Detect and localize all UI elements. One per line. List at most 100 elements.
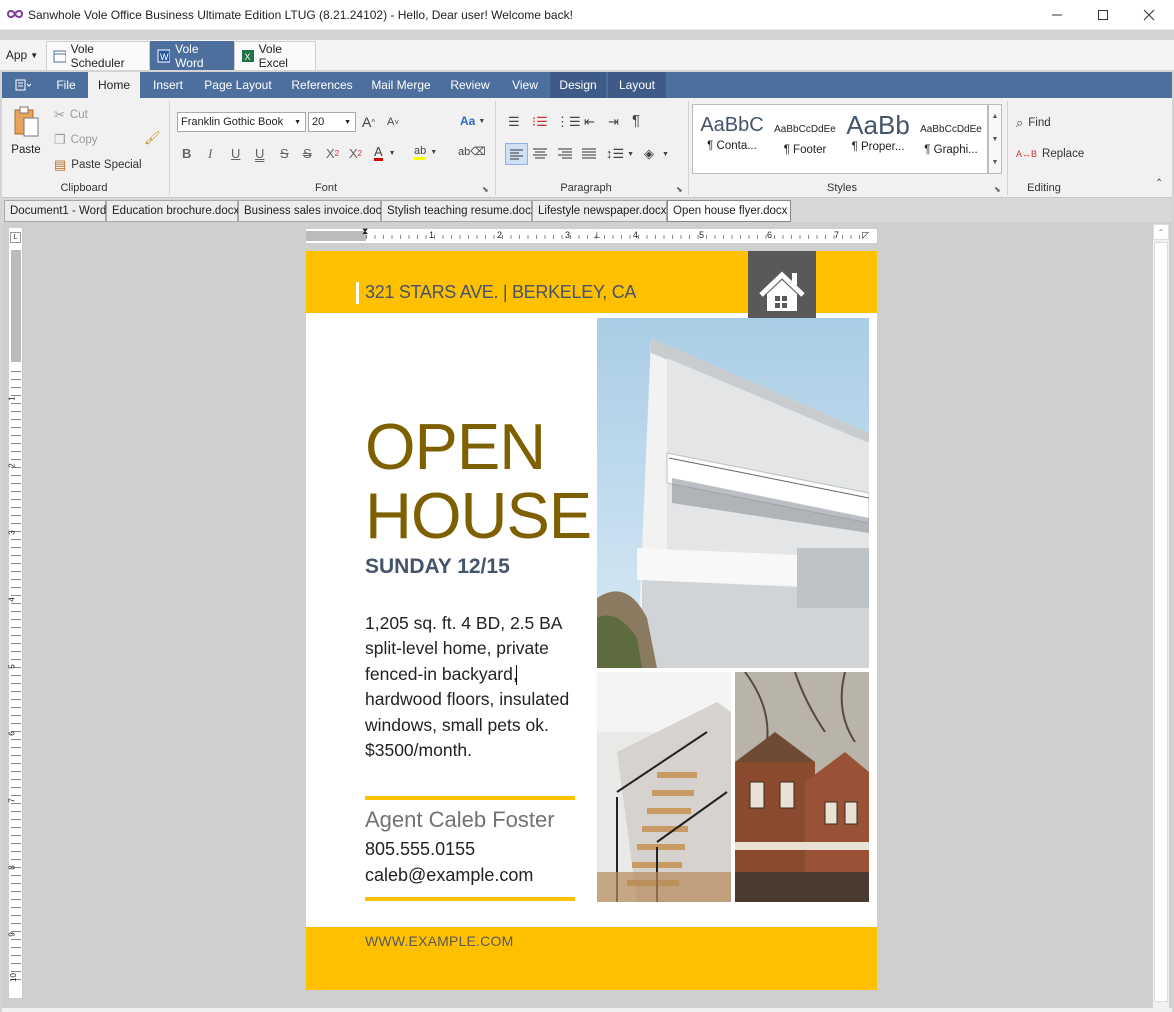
double-underline-button[interactable]: U [255, 146, 264, 161]
app-tab-scheduler[interactable]: Vole Scheduler [46, 41, 150, 70]
tab-review[interactable]: Review [442, 72, 498, 98]
scroll-up-icon[interactable]: ⌃ [1153, 224, 1169, 240]
more-icon[interactable]: ▼ [989, 151, 1001, 173]
find-button[interactable]: ⌕ Find [1016, 115, 1051, 131]
clear-formatting-button[interactable]: ab⌫ [458, 145, 486, 158]
align-center-button[interactable] [530, 144, 550, 167]
tab-references[interactable]: References [282, 72, 362, 98]
strikethrough-button[interactable]: S [280, 146, 289, 161]
paste-button[interactable]: Paste [8, 106, 44, 162]
quick-access-menu[interactable] [4, 72, 42, 98]
doc-tab[interactable]: Lifestyle newspaper.docx [532, 200, 667, 222]
indent-marker-icon[interactable]: ⧗ [362, 226, 368, 237]
shrink-font-button[interactable]: A ˅ [387, 116, 399, 128]
close-button[interactable] [1126, 0, 1172, 30]
description-line: 1,205 sq. ft. 4 BD, 2.5 BA [365, 613, 563, 633]
tab-insert[interactable]: Insert [142, 72, 194, 98]
format-painter-icon[interactable]: 🖌 [144, 130, 161, 146]
vertical-scrollbar[interactable]: ⌃ [1153, 224, 1169, 1008]
bullets-button[interactable]: ☰ [508, 114, 520, 130]
window-title: Sanwhole Vole Office Business Ultimate E… [28, 8, 573, 22]
description[interactable]: 1,205 sq. ft. 4 BD, 2.5 BA split-level h… [365, 611, 569, 763]
tab-stop-icon[interactable]: ⊥ [593, 230, 601, 241]
doc-tab[interactable]: Document1 - Word [4, 200, 106, 222]
tab-home[interactable]: Home [88, 72, 140, 98]
photo-staircase[interactable] [597, 672, 731, 902]
app-tab-word[interactable]: W Vole Word [150, 41, 234, 70]
highlight-button[interactable]: ab ▼ [414, 145, 437, 160]
doc-tab[interactable]: Education brochure.docx [106, 200, 239, 222]
shading-button[interactable]: ◈ ▼ [644, 146, 669, 162]
photo-modern-building[interactable] [597, 318, 869, 668]
scrollbar-track[interactable] [1154, 242, 1168, 1002]
tab-page-layout[interactable]: Page Layout [198, 72, 278, 98]
styles-scroll[interactable]: ▲ ▼ ▼ [988, 104, 1002, 174]
style-item-footer[interactable]: AaBbCcDdEe ¶ Footer [770, 124, 840, 156]
dialog-launcher-icon[interactable]: ⬊ [482, 185, 489, 194]
scroll-up-icon[interactable]: ▲ [989, 105, 1001, 128]
align-right-button[interactable] [555, 144, 575, 167]
dialog-launcher-icon[interactable]: ⬊ [676, 185, 683, 194]
italic-button[interactable]: I [208, 146, 212, 162]
collapse-ribbon-icon[interactable]: ⌃ [1155, 178, 1163, 189]
tab-selector[interactable]: L [10, 232, 21, 243]
change-case-button[interactable]: Aa ▼ [460, 114, 485, 128]
justify-button[interactable] [579, 144, 599, 167]
photo-victorian-house[interactable] [735, 672, 869, 902]
minimize-button[interactable] [1034, 0, 1080, 30]
font-group-label: Font [314, 182, 337, 194]
font-name-select[interactable]: Franklin Gothic Book ▼ [177, 112, 306, 132]
subscript-button[interactable]: X2 [349, 146, 362, 161]
increase-indent-button[interactable]: ⇥ [608, 114, 619, 130]
style-name: ¶ Footer [783, 144, 827, 156]
underline-button[interactable]: U [231, 146, 240, 161]
horizontal-ruler[interactable]: 1 2 3 4 5 6 7 ⧗ ⊥ ◸ [306, 226, 877, 243]
ruler-ticks [366, 235, 866, 239]
decrease-indent-button[interactable]: ⇤ [584, 114, 595, 130]
right-indent-icon[interactable]: ◸ [862, 230, 869, 241]
style-item-property[interactable]: AaBb ¶ Proper... [840, 110, 916, 153]
divider-line [365, 796, 575, 800]
tab-view[interactable]: View [502, 72, 548, 98]
multilevel-list-button[interactable]: ⋮☰ [556, 114, 581, 130]
line-spacing-button[interactable]: ↕☰ ▼ [606, 146, 634, 162]
superscript-button[interactable]: X2 [326, 146, 339, 161]
tab-design[interactable]: Design [550, 72, 606, 98]
outdent-icon: ⇤ [584, 114, 595, 129]
bold-button[interactable]: B [182, 146, 191, 161]
app-menu[interactable]: App ▼ [0, 40, 44, 70]
paste-special-button[interactable]: ▤ Paste Special [54, 157, 142, 173]
style-item-contact[interactable]: AaBbC ¶ Conta... [696, 114, 768, 152]
doc-tab[interactable]: Business sales invoice.docx [238, 200, 387, 222]
style-item-graphic[interactable]: AaBbCcDdEe ¶ Graphi... [916, 124, 986, 156]
grow-font-icon: A [362, 114, 372, 130]
grow-font-button[interactable]: A ^ [362, 114, 375, 130]
maximize-button[interactable] [1080, 0, 1126, 30]
vertical-ruler[interactable]: L 1 2 3 4 5 6 7 8 9 10 [8, 228, 23, 998]
tab-layout[interactable]: Layout [608, 72, 666, 98]
cut-button[interactable]: ✂ Cut [54, 107, 88, 123]
doc-tab-active[interactable]: Open house flyer.docx [667, 200, 791, 222]
styles-group-label: Styles [827, 182, 857, 194]
font-color-button[interactable]: A ▼ [374, 145, 396, 161]
numbering-button[interactable]: ⁝☰ [532, 114, 548, 130]
style-name: ¶ Proper... [851, 141, 905, 153]
ruler-number: 6 [767, 230, 773, 240]
scroll-down-icon[interactable]: ▼ [989, 128, 1001, 151]
align-left-icon [510, 149, 523, 160]
show-marks-button[interactable]: ¶ [632, 112, 640, 129]
replace-button[interactable]: A↔B Replace [1016, 148, 1084, 160]
align-left-button[interactable] [505, 143, 528, 165]
dialog-launcher-icon[interactable]: ⬊ [994, 185, 1001, 194]
font-size-select[interactable]: 20 ▼ [308, 112, 356, 132]
double-strikethrough-button[interactable]: S [303, 146, 312, 161]
subscript-icon: X [349, 146, 358, 161]
copy-button[interactable]: ❐ Copy [54, 132, 98, 148]
app-tab-excel[interactable]: X Vole Excel [234, 41, 316, 70]
document-page[interactable]: 321 STARS AVE. | BERKELEY, CA OPEN HOUSE… [306, 251, 877, 990]
doc-tab[interactable]: Stylish teaching resume.docx [381, 200, 537, 222]
tab-file[interactable]: File [46, 72, 86, 98]
svg-text:X: X [245, 52, 251, 62]
chevron-down-icon: ▼ [662, 150, 669, 158]
tab-mail-merge[interactable]: Mail Merge [366, 72, 436, 98]
